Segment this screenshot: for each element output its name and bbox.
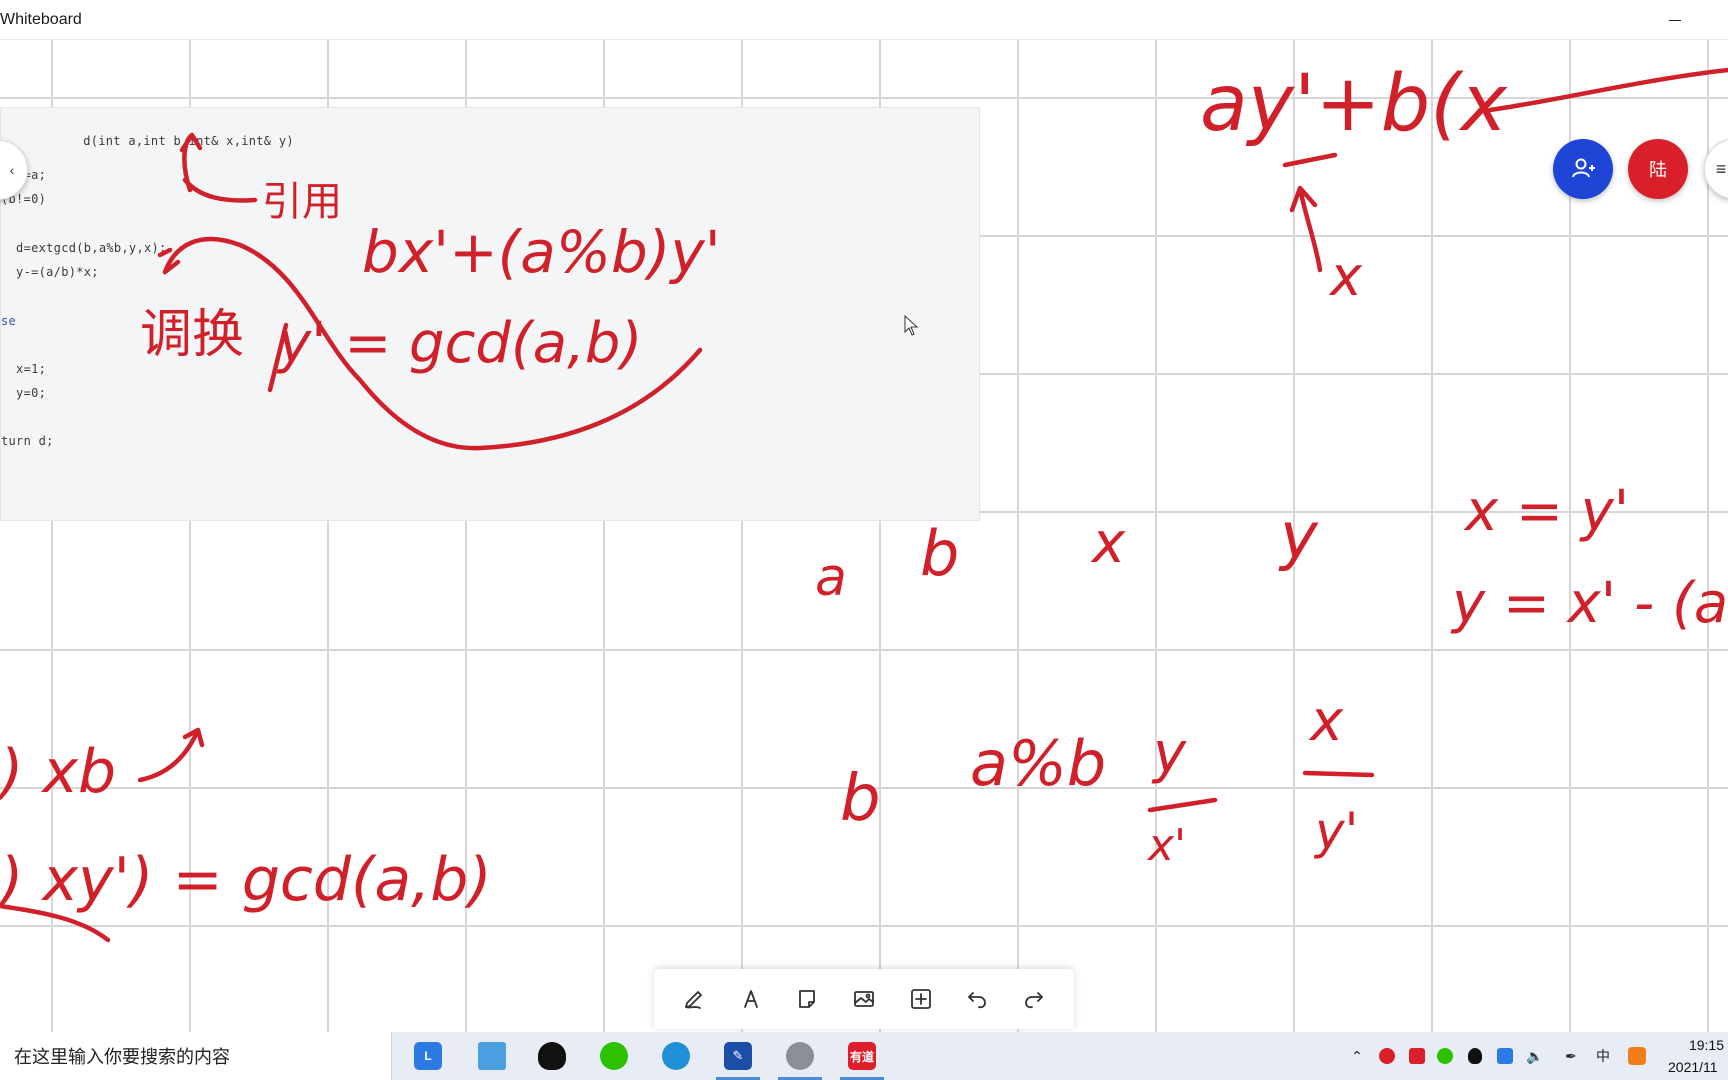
edge-icon	[662, 1042, 690, 1070]
ink-stroke	[1282, 152, 1338, 168]
redo-icon	[1024, 992, 1043, 1009]
mouse-cursor-icon	[904, 315, 919, 336]
volume-icon[interactable]: 🔈	[1523, 1044, 1547, 1068]
sticky-note-tool-button[interactable]	[787, 979, 827, 1019]
avatar-app-icon	[786, 1042, 814, 1070]
tray-app-icon[interactable]	[1405, 1044, 1429, 1068]
computer-icon	[478, 1042, 506, 1070]
ink-text-var-a: a	[815, 548, 847, 608]
avatar-label: 陆	[1649, 160, 1667, 180]
lenovo-app-icon: L	[414, 1042, 442, 1070]
taskbar-clock[interactable]: 19:15 2021/11	[1668, 1034, 1728, 1078]
youdao-app-button[interactable]: 有道	[834, 1036, 890, 1080]
ink-text-frac2-num: x	[1308, 689, 1344, 754]
add-tool-button[interactable]	[901, 979, 941, 1019]
window-title: Whiteboard	[0, 11, 82, 28]
ink-text-var-x: x	[1090, 511, 1126, 576]
youdao-icon: 有道	[848, 1042, 876, 1070]
ink-text-eq2: y = x' - (a	[1450, 571, 1728, 636]
youdao-label: 有道	[849, 1049, 874, 1064]
sticky-note-icon	[799, 990, 816, 1008]
tray-wechat-icon[interactable]	[1433, 1044, 1457, 1068]
code-line: x=1;	[1, 362, 47, 376]
ink-text-top-expr: ay'+b(x	[1200, 59, 1508, 149]
qq-icon	[538, 1042, 566, 1070]
user-avatar[interactable]: 陆	[1628, 139, 1688, 199]
ime-indicator[interactable]: 中	[1591, 1044, 1615, 1068]
whiteboard-canvas[interactable]: d(int a,int b,int& x,int& y) t d=a; (b!=…	[0, 40, 1728, 1032]
pen-icon	[685, 991, 703, 1009]
tray-qq-icon[interactable]	[1463, 1044, 1487, 1068]
image-tool-button[interactable]	[844, 979, 884, 1019]
ink-text-eq1: x = y'	[1463, 479, 1629, 544]
tray-lenovo-icon[interactable]	[1493, 1044, 1517, 1068]
ink-stroke	[137, 727, 205, 783]
code-line: y=0;	[1, 386, 47, 400]
avatar-app-button[interactable]	[772, 1036, 828, 1080]
ink-stroke	[1147, 797, 1218, 813]
text-tool-button[interactable]	[731, 979, 771, 1019]
title-bar: Whiteboard	[0, 0, 1728, 40]
redo-button[interactable]	[1014, 979, 1054, 1019]
ink-text-var-b: b	[920, 517, 959, 590]
ink-text-frac1-den: x'	[1146, 820, 1186, 871]
ink-text-row2-amodb: a%b	[970, 727, 1106, 800]
taskbar: 在这里输入你要搜索的内容 L ✎ 有道 ⌃ 🔈 ✒ 中 19:15 2021/1…	[0, 1032, 1728, 1080]
wechat-app-button[interactable]	[586, 1036, 642, 1076]
clock-time: 19:15	[1688, 1037, 1724, 1053]
ink-stroke	[0, 903, 111, 943]
ink-text-bottom2: ) xy') = gcd(a,b)	[0, 845, 492, 915]
tray-sogou-icon[interactable]	[1625, 1044, 1649, 1068]
computer-app-button[interactable]	[464, 1036, 520, 1076]
menu-icon: ≡	[1715, 158, 1727, 179]
pen-workspace-icon[interactable]: ✒	[1559, 1044, 1583, 1068]
code-line: d(int a,int b,int& x,int& y)	[83, 134, 294, 148]
whiteboard-app-button[interactable]: ✎	[710, 1036, 766, 1080]
wechat-icon	[600, 1042, 628, 1070]
image-icon	[854, 991, 874, 1007]
menu-button[interactable]: ≡	[1704, 139, 1728, 199]
add-icon	[910, 989, 931, 1009]
ink-text-top-arrow: x	[1328, 245, 1363, 308]
invite-button[interactable]	[1553, 139, 1613, 199]
add-person-icon	[1572, 158, 1595, 178]
ink-stroke	[1302, 770, 1375, 778]
qq-app-button[interactable]	[524, 1036, 580, 1076]
edge-app-button[interactable]	[648, 1036, 704, 1076]
code-image[interactable]: d(int a,int b,int& x,int& y) t d=a; (b!=…	[0, 107, 980, 521]
ink-text-frac1-num: y	[1151, 721, 1187, 786]
tray-app-icon[interactable]	[1375, 1044, 1399, 1068]
ink-text-bottom1: ) xb	[0, 737, 116, 807]
minimize-button[interactable]	[1660, 6, 1690, 34]
ink-stroke	[1289, 185, 1323, 273]
taskbar-search-input[interactable]: 在这里输入你要搜索的内容	[0, 1032, 392, 1080]
undo-button[interactable]	[957, 979, 997, 1019]
ink-text-var-y: y	[1278, 500, 1319, 574]
pen-tool-button[interactable]	[674, 979, 714, 1019]
show-hidden-icons-button[interactable]: ⌃	[1345, 1044, 1369, 1068]
ink-text-row2-b: b	[840, 762, 881, 836]
code-line: se	[1, 314, 17, 328]
lenovo-app-button[interactable]: L	[400, 1036, 456, 1076]
chevron-left-icon: ‹	[9, 162, 15, 178]
ink-text-frac2-den: y'	[1313, 802, 1358, 860]
whiteboard-app-icon: ✎	[724, 1042, 752, 1070]
undo-icon	[968, 992, 986, 1009]
drawing-toolbar	[654, 969, 1074, 1029]
whiteboard-window: Whiteboard d(int a,int b,int& x,int& y) …	[0, 0, 1728, 1080]
ime-label: 中	[1596, 1048, 1610, 1064]
code-line: d=extgcd(b,a%b,y,x);	[1, 241, 167, 255]
ink-stroke	[1487, 67, 1728, 113]
chevron-up-icon: ⌃	[1351, 1047, 1363, 1064]
clock-date: 2021/11	[1668, 1059, 1718, 1075]
search-placeholder: 在这里输入你要搜索的内容	[14, 1047, 230, 1067]
code-line: y-=(a/b)*x;	[1, 265, 99, 279]
code-line: turn d;	[1, 434, 54, 448]
text-icon	[743, 990, 758, 1008]
